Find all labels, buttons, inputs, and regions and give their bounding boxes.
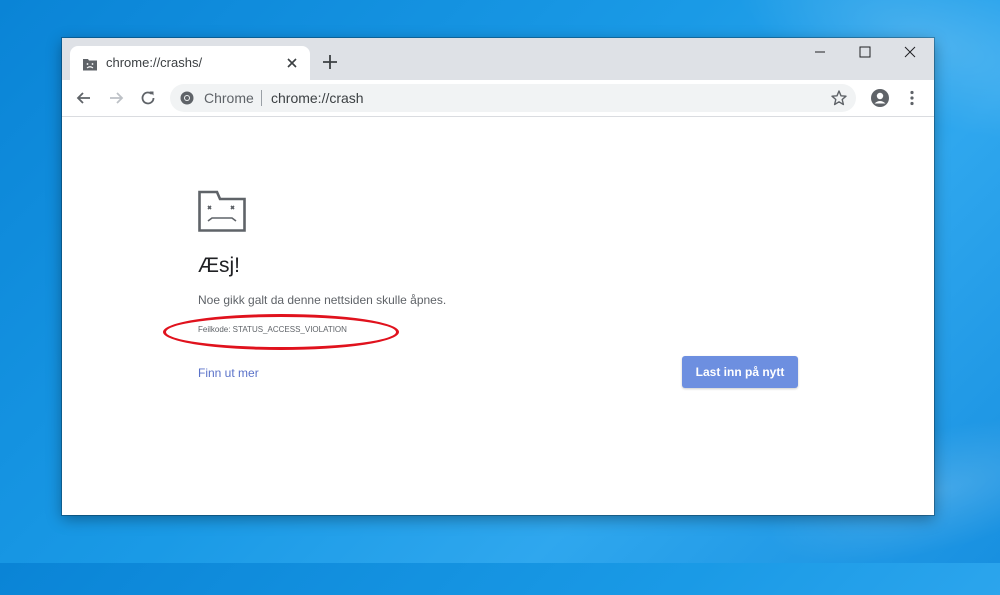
omnibox-url[interactable]: chrome://crash — [271, 90, 364, 106]
profile-avatar-icon[interactable] — [870, 88, 890, 108]
learn-more-link[interactable]: Finn ut mer — [198, 366, 259, 380]
close-icon[interactable] — [902, 44, 918, 60]
new-tab-plus-icon[interactable] — [322, 54, 338, 70]
tab-strip: chrome://crashs/ — [62, 38, 934, 80]
sad-folder-icon — [198, 190, 246, 232]
browser-window: chrome://crashs/ Chrome chrome://crash Æ… — [62, 38, 934, 515]
crash-page-content: Æsj! Noe gikk galt da denne nettsiden sk… — [62, 117, 934, 515]
sad-face-favicon-icon — [83, 59, 97, 71]
minimize-icon[interactable] — [812, 44, 828, 60]
error-description: Noe gikk galt da denne nettsiden skulle … — [198, 293, 447, 307]
back-arrow-icon[interactable] — [74, 88, 94, 108]
red-annotation-ellipse — [163, 314, 399, 350]
omnibox-chip-label: Chrome — [204, 90, 254, 106]
browser-toolbar: Chrome chrome://crash — [62, 80, 934, 117]
chrome-logo-icon — [180, 91, 194, 105]
maximize-icon[interactable] — [857, 44, 873, 60]
bookmark-star-icon[interactable] — [830, 89, 848, 107]
reload-icon[interactable] — [138, 88, 158, 108]
tab-title: chrome://crashs/ — [106, 55, 203, 70]
tab-crash[interactable]: chrome://crashs/ — [70, 46, 310, 80]
omnibox[interactable]: Chrome chrome://crash — [170, 84, 856, 112]
reload-button[interactable]: Last inn på nytt — [682, 356, 798, 388]
forward-arrow-icon[interactable] — [106, 88, 126, 108]
tab-close-icon[interactable] — [284, 55, 300, 71]
menu-kebab-icon[interactable] — [902, 88, 922, 108]
page-heading: Æsj! — [198, 254, 240, 277]
omnibox-divider — [261, 90, 262, 106]
